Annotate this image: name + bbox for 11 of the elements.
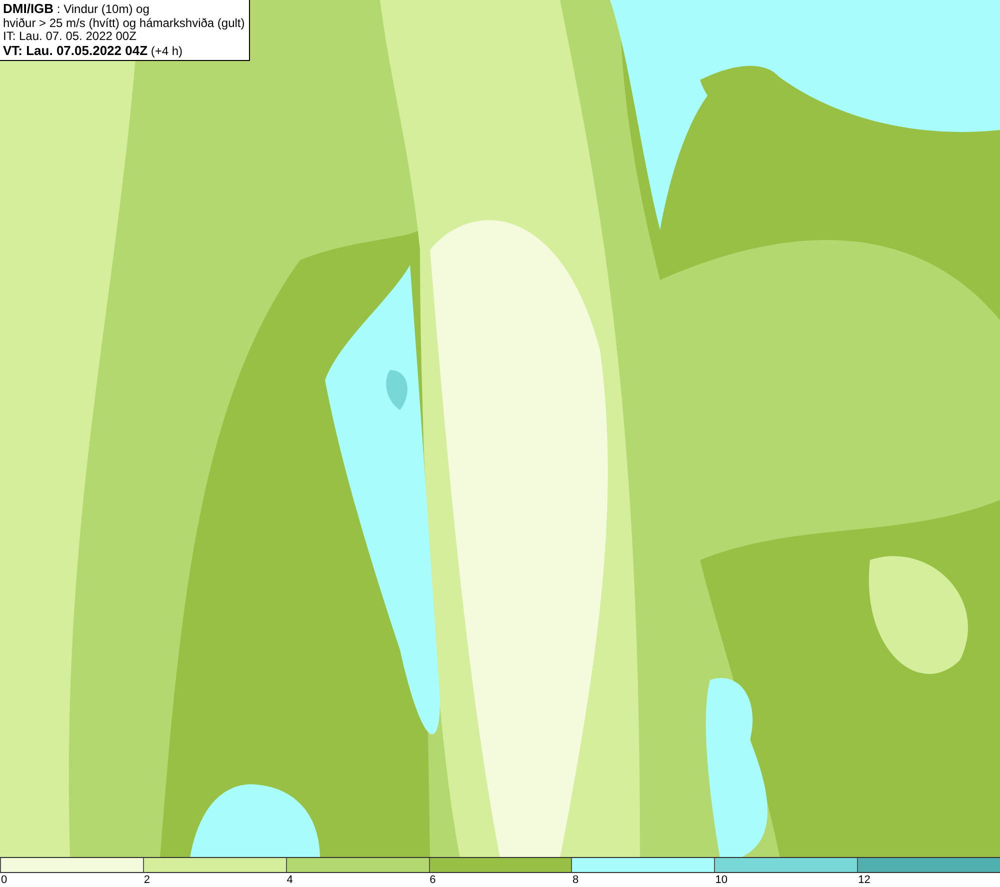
legend-label: 2 [142,873,151,887]
info-text: IT: Lau. 07. 05. 2022 00Z [3,30,138,44]
legend-label: 10 [714,873,729,887]
info-text: VT: Lau. 07.05.2022 04Z (+4 h) [3,44,184,58]
info-text: DMI/IGB : Vindur (10m) og [3,2,150,16]
info-text: hviður > 25 m/s (hvítt) og hámarkshviða (gult) [3,16,245,30]
legend-label: 4 [286,873,294,887]
legend-label: 6 [428,873,437,887]
legend-label: 12 [857,873,872,887]
legend-label: 0 [0,873,8,887]
legend-label: 8 [571,873,580,887]
